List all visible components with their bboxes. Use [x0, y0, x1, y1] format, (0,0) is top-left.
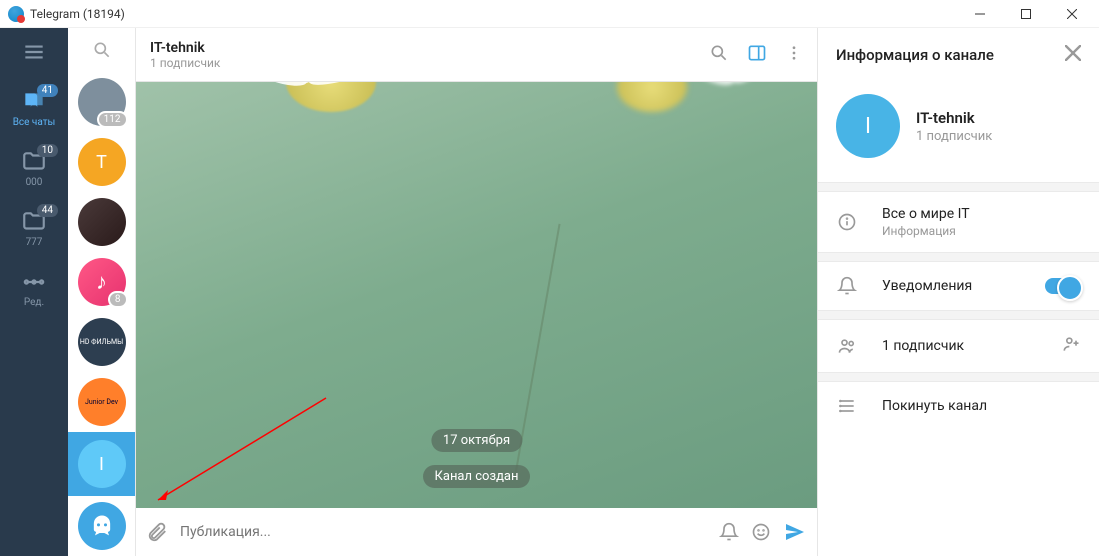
folder-label: Ред. — [24, 297, 44, 308]
emoji-icon[interactable] — [751, 522, 771, 542]
info-header-title: Информация о канале — [836, 46, 994, 64]
chat-item[interactable]: T — [78, 138, 126, 186]
notifications-row[interactable]: Уведомления — [818, 262, 1099, 310]
info-profile[interactable]: I IT-tehnik 1 подписчик — [818, 82, 1099, 182]
folder-777[interactable]: 44 777 — [0, 198, 68, 258]
subscribers-row[interactable]: 1 подписчик — [818, 320, 1099, 372]
info-name: IT-tehnik — [916, 109, 992, 127]
info-description-row[interactable]: Все о мире IT Информация — [818, 192, 1099, 252]
subscribers-label: 1 подписчик — [882, 338, 964, 354]
date-pill: 17 октября — [431, 429, 522, 452]
header-sidebar-toggle-icon[interactable] — [747, 43, 767, 67]
chat-item-selected[interactable]: I — [68, 432, 136, 496]
chat-header: IT-tehnik 1 подписчик — [136, 28, 817, 82]
maximize-button[interactable] — [1003, 0, 1049, 28]
folder-label: 777 — [26, 237, 43, 248]
message-composer — [136, 508, 817, 556]
attach-icon[interactable] — [146, 521, 168, 543]
info-subtitle: 1 подписчик — [916, 129, 992, 144]
annotation-arrow — [136, 388, 336, 508]
send-button[interactable] — [783, 520, 807, 544]
chat-item[interactable]: HD ФИЛЬМЫ — [78, 318, 126, 366]
info-description-text: Все о мире IT — [882, 206, 970, 222]
chat-main: IT-tehnik 1 подписчик — [136, 28, 817, 556]
folder-000[interactable]: 10 000 — [0, 138, 68, 198]
chat-title[interactable]: IT-tehnik — [150, 40, 220, 56]
info-description-label: Информация — [882, 224, 970, 238]
close-button[interactable] — [1049, 0, 1095, 28]
chat-body[interactable]: 17 октября Канал создан — [136, 82, 817, 508]
channel-info-panel: Информация о канале I IT-tehnik 1 подпис… — [817, 28, 1099, 556]
folder-all-chats[interactable]: 41 Все чаты — [0, 78, 68, 138]
leave-channel-row[interactable]: Покинуть канал — [818, 382, 1099, 430]
notifications-label: Уведомления — [882, 278, 972, 294]
folder-label: Все чаты — [13, 117, 56, 128]
app-icon — [8, 6, 24, 22]
info-icon — [836, 212, 858, 232]
titlebar: Telegram (18194) — [0, 0, 1099, 28]
notifications-toggle[interactable] — [1045, 278, 1081, 294]
chatlist-search-button[interactable] — [68, 28, 135, 72]
leave-icon — [836, 396, 858, 416]
header-more-icon[interactable] — [785, 44, 803, 66]
info-header: Информация о канале — [818, 28, 1099, 82]
chat-item[interactable]: 112 — [78, 78, 126, 126]
info-avatar: I — [836, 94, 900, 158]
add-member-icon[interactable] — [1061, 334, 1081, 358]
folder-badge: 10 — [37, 144, 58, 157]
folder-edit[interactable]: Ред. — [0, 258, 68, 318]
chat-item[interactable]: ♪8 — [78, 258, 126, 306]
service-message: Канал создан — [423, 465, 531, 488]
chat-item[interactable] — [78, 198, 126, 246]
folder-badge: 41 — [37, 84, 58, 97]
chat-list: 112 T ♪8 HD ФИЛЬМЫ Junior Dev I — [68, 28, 136, 556]
leave-label: Покинуть канал — [882, 398, 987, 414]
chat-item[interactable]: Junior Dev — [78, 378, 126, 426]
folders-sidebar: 41 Все чаты 10 000 44 777 Ред. — [0, 28, 68, 556]
silent-icon[interactable] — [719, 522, 739, 542]
close-info-button[interactable] — [1065, 45, 1081, 65]
menu-button[interactable] — [0, 28, 68, 78]
people-icon — [836, 336, 858, 356]
composer-input[interactable] — [180, 524, 707, 540]
bell-icon — [836, 276, 858, 296]
window-title: Telegram (18194) — [30, 7, 125, 21]
header-search-icon[interactable] — [709, 43, 729, 67]
folder-label: 000 — [26, 177, 43, 188]
folder-badge: 44 — [37, 204, 58, 217]
chat-item[interactable] — [78, 502, 126, 550]
chat-subtitle: 1 подписчик — [150, 56, 220, 70]
minimize-button[interactable] — [957, 0, 1003, 28]
